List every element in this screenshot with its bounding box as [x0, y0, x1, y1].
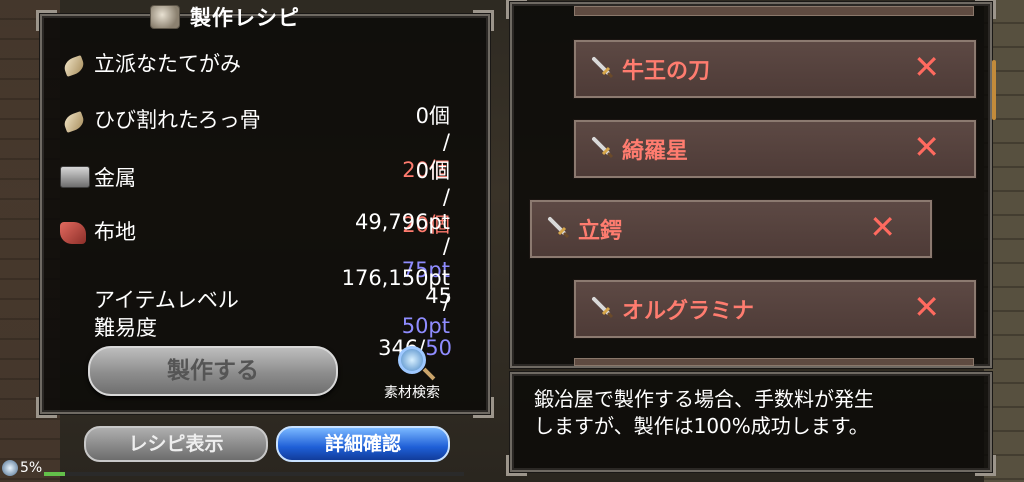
metal-ingot-icon	[60, 166, 90, 188]
progress-bar-fill	[44, 472, 65, 476]
material-name: 布地	[94, 220, 136, 244]
frame-corner	[506, 0, 527, 19]
list-top-strip	[574, 6, 974, 16]
progress-percent: 5%	[20, 460, 43, 476]
recipe-list-item[interactable]: 綺羅星 ✕	[574, 120, 976, 178]
recipe-name: 立鍔	[578, 219, 623, 244]
recipe-list-item[interactable]: 牛王の刀 ✕	[574, 40, 976, 98]
frame-corner	[473, 10, 494, 31]
list-bottom-strip	[574, 358, 974, 366]
frame-corner	[975, 455, 996, 476]
sword-icon	[548, 217, 570, 239]
material-name: 立派なたてがみ	[94, 52, 241, 76]
recipe-name: 綺羅星	[622, 139, 689, 164]
recipe-title: 製作レシピ	[150, 2, 300, 32]
material-have: 49,796pt	[354, 210, 450, 234]
item-level-label: アイテムレベル	[94, 288, 239, 312]
material-name: ひび割れたろっ骨	[94, 108, 261, 132]
message-line: 鍛冶屋で製作する場合、手数料が発生	[534, 387, 874, 411]
close-icon[interactable]: ✕	[913, 128, 940, 166]
message-line: しますが、製作は100%成功します。	[534, 414, 869, 438]
craft-button[interactable]: 製作する	[88, 346, 338, 396]
message-panel: 鍛冶屋で製作する場合、手数料が発生 しますが、製作は100%成功します。	[506, 372, 996, 476]
difficulty-label: 難易度	[94, 316, 157, 340]
cloth-icon	[60, 222, 86, 244]
sword-icon	[592, 297, 614, 319]
sword-icon	[592, 57, 614, 79]
message-text: 鍛冶屋で製作する場合、手数料が発生 しますが、製作は100%成功します。	[534, 386, 874, 440]
frame-corner	[975, 0, 996, 19]
material-search-label: 素材検索	[384, 385, 440, 401]
detail-check-button[interactable]: 詳細確認	[276, 426, 450, 462]
recipe-name: 牛王の刀	[622, 59, 711, 84]
recipe-name: オルグラミナ	[622, 299, 755, 324]
recipe-list-item[interactable]: オルグラミナ ✕	[574, 280, 976, 338]
recipe-view-button[interactable]: レシピ表示	[84, 426, 268, 462]
recipe-book-icon	[150, 5, 180, 29]
close-icon[interactable]: ✕	[913, 288, 940, 326]
close-icon[interactable]: ✕	[869, 208, 896, 246]
recipe-title-text: 製作レシピ	[190, 6, 300, 30]
frame-corner	[506, 455, 527, 476]
recipe-list-item-selected[interactable]: 立鍔 ✕	[530, 200, 932, 258]
frame-corner	[473, 397, 494, 418]
item-level-value: 45	[425, 284, 452, 308]
material-have: 0個	[415, 159, 450, 183]
frame-corner	[36, 397, 57, 418]
status-orb-icon	[2, 460, 18, 476]
list-scrollbar[interactable]	[992, 60, 996, 120]
material-have: 0個	[415, 104, 450, 128]
footer-status: 5%	[2, 460, 42, 476]
material-name: 金属	[94, 166, 136, 190]
sword-icon	[592, 137, 614, 159]
close-icon[interactable]: ✕	[913, 48, 940, 86]
magnifier-icon	[398, 346, 426, 374]
progress-bar	[44, 472, 464, 476]
frame-corner	[36, 10, 57, 31]
material-search-button[interactable]: 素材検索	[372, 346, 452, 402]
